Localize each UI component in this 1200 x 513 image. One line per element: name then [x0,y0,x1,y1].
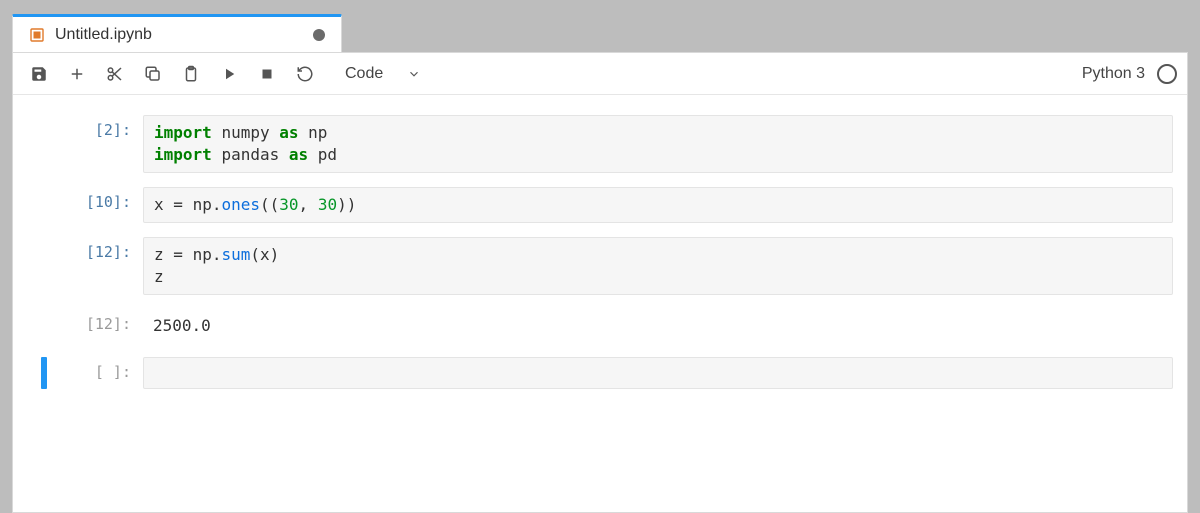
input-prompt: [12]: [61,237,143,295]
cell-row: [12]:z = np.sum(x) z [27,237,1173,295]
notebook-icon [29,27,45,43]
cell-type-label: Code [345,65,383,83]
active-cell-bar [41,357,47,389]
tab-title: Untitled.ipynb [55,26,303,44]
copy-icon [144,65,162,83]
toolbar: Code Python 3 [13,53,1187,95]
kernel-name: Python 3 [1082,65,1145,83]
scissors-icon [106,65,124,83]
cell-gutter [27,357,61,389]
interrupt-button[interactable] [251,59,283,89]
dirty-indicator-icon [313,29,325,41]
chevron-down-icon [407,67,421,81]
kernel-status-icon [1157,64,1177,84]
cell-row: [ ]: [27,357,1173,389]
cell-gutter [27,115,61,173]
copy-button[interactable] [137,59,169,89]
input-prompt: [2]: [61,115,143,173]
tab-strip: Untitled.ipynb [12,12,1188,52]
save-button[interactable] [23,59,55,89]
code-editor[interactable]: x = np.ones((30, 30)) [143,187,1173,223]
cell-type-select[interactable]: Code [333,59,433,89]
cut-button[interactable] [99,59,131,89]
play-icon [220,65,238,83]
code-editor[interactable]: import numpy as np import pandas as pd [143,115,1173,173]
code-editor[interactable] [143,357,1173,389]
output-row: [12]:2500.0 [27,309,1173,343]
input-prompt: [10]: [61,187,143,223]
cell-gutter [27,309,61,343]
plus-icon [68,65,86,83]
kernel-indicator[interactable]: Python 3 [1082,64,1177,84]
output-prompt: [12]: [61,309,143,343]
clipboard-icon [182,65,200,83]
notebook-panel: Code Python 3 [2]:import numpy as np imp… [12,52,1188,513]
output-text: 2500.0 [143,309,1173,343]
run-button[interactable] [213,59,245,89]
cell-row: [2]:import numpy as np import pandas as … [27,115,1173,173]
notebook-body[interactable]: [2]:import numpy as np import pandas as … [13,95,1187,512]
input-prompt: [ ]: [61,357,143,389]
cell-row: [10]:x = np.ones((30, 30)) [27,187,1173,223]
cell-gutter [27,187,61,223]
paste-button[interactable] [175,59,207,89]
tab-notebook[interactable]: Untitled.ipynb [12,14,342,52]
stop-icon [258,65,276,83]
restart-button[interactable] [289,59,321,89]
code-editor[interactable]: z = np.sum(x) z [143,237,1173,295]
insert-cell-button[interactable] [61,59,93,89]
restart-icon [296,65,314,83]
save-icon [30,65,48,83]
cell-gutter [27,237,61,295]
